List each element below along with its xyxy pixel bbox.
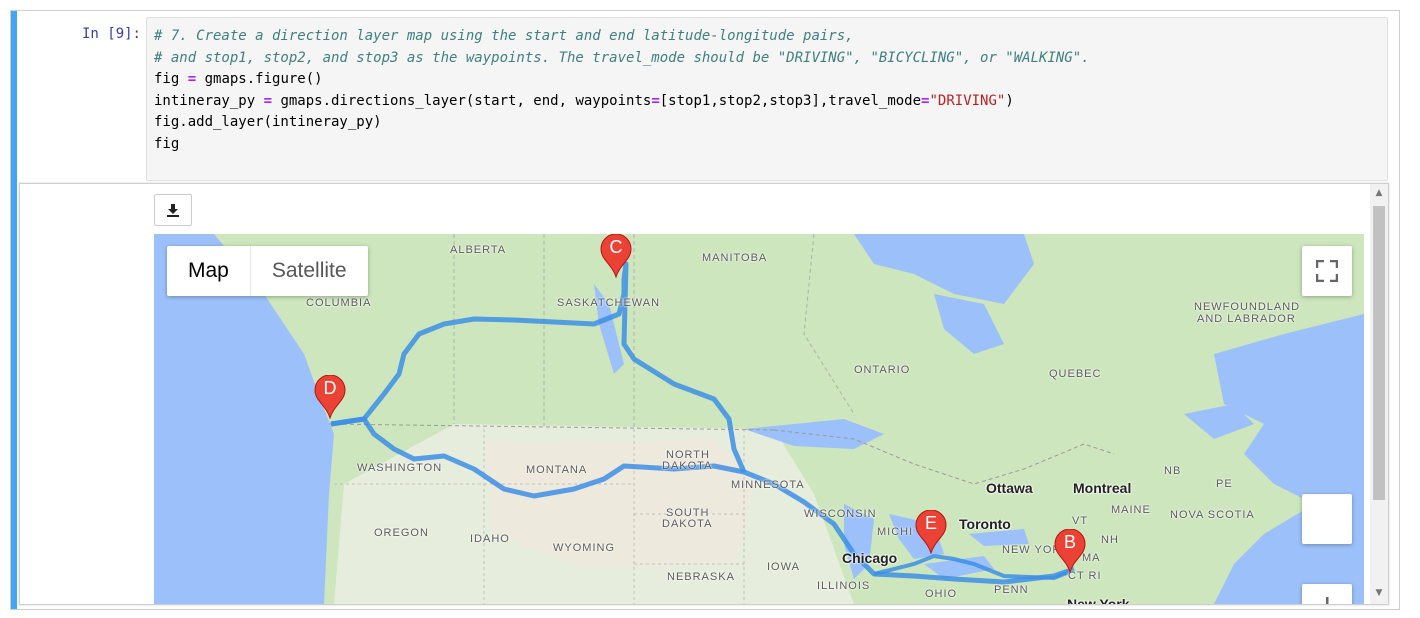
marker-b-label: B [1063, 532, 1076, 552]
code-token: gmaps.figure() [196, 71, 323, 87]
code-token: [stop1,stop2,stop3],travel_mode [659, 92, 922, 109]
download-icon [167, 204, 179, 217]
label-oregon: OREGON [374, 527, 429, 539]
label-saskatchewan: SASKATCHEWAN [557, 297, 661, 309]
label-wisconsin: WISCONSIN [804, 508, 877, 520]
code-string: "DRIVING" [929, 92, 1006, 109]
code-input[interactable]: # 7. Create a direction layer map using … [146, 17, 1388, 181]
google-map[interactable]: ALBERTA MANITOBA COLUMBIA SASKATCHEWAN N… [154, 234, 1364, 604]
label-ontario: ONTARIO [854, 364, 911, 376]
label-nh: NH [1101, 534, 1119, 546]
label-columbia: COLUMBIA [306, 297, 372, 309]
label-north-dakota-2: DAKOTA [662, 460, 713, 472]
notebook-cell[interactable]: In [9]: # 7. Create a direction layer ma… [10, 10, 1400, 610]
city-chicago: Chicago [842, 550, 898, 566]
map-type-control: Map Satellite [167, 246, 368, 296]
code-token: fig [154, 71, 188, 87]
label-washington: WASHINGTON [357, 462, 443, 474]
code-operator: = [651, 92, 660, 109]
label-michigan: MICHI [877, 526, 914, 538]
label-quebec: QUEBEC [1049, 368, 1102, 380]
map-type-map-button[interactable]: Map [167, 246, 250, 296]
map-type-satellite-button[interactable]: Satellite [249, 246, 368, 296]
code-line-5: fig.add_layer(intineray_py) [154, 114, 382, 130]
label-minnesota: MINNESOTA [731, 479, 805, 491]
marker-e-label: E [924, 513, 937, 533]
label-manitoba: MANITOBA [702, 252, 768, 264]
label-vt: VT [1072, 515, 1089, 527]
label-pe: PE [1216, 478, 1233, 490]
label-penn: PENN [994, 584, 1029, 596]
marker-d-label: D [323, 378, 337, 398]
code-token: ) [1005, 92, 1014, 109]
fullscreen-button[interactable] [1302, 246, 1352, 296]
input-prompt: In [9]: [81, 26, 141, 42]
download-button[interactable] [154, 194, 192, 226]
label-wyoming: WYOMING [553, 542, 615, 554]
marker-c[interactable]: C [600, 234, 632, 279]
label-labrador: AND LABRADOR [1197, 313, 1296, 325]
scroll-up-icon[interactable]: ▲ [1374, 188, 1384, 198]
code-comment-line-1: # 7. Create a direction layer map using … [154, 28, 854, 44]
label-south-dakota-2: DAKOTA [662, 518, 713, 530]
label-idaho: IDAHO [470, 533, 510, 545]
label-iowa: IOWA [767, 561, 800, 573]
code-operator: = [263, 92, 273, 109]
cell-selection-bar [11, 11, 17, 609]
plus-icon [1326, 597, 1329, 604]
label-nova-scotia: NOVA SCOTIA [1170, 509, 1255, 521]
code-token: gmaps.directions_layer(start, end, waypo… [272, 92, 652, 109]
city-montreal: Montreal [1073, 480, 1132, 496]
city-ottawa: Ottawa [986, 480, 1033, 496]
marker-b[interactable]: B [1054, 528, 1086, 574]
marker-d[interactable]: D [314, 374, 346, 420]
scroll-down-icon[interactable]: ▼ [1374, 588, 1384, 598]
output-scrollbar[interactable]: ▲ ▼ [1370, 184, 1388, 604]
code-line-6: fig [154, 135, 180, 152]
fullscreen-icon [1316, 260, 1338, 282]
code-comment-line-2: # and stop1, stop2, and stop3 as the way… [154, 49, 1090, 66]
city-new-york: New York [1067, 596, 1130, 604]
label-maine: MAINE [1111, 504, 1151, 516]
zoom-in-button[interactable] [1302, 584, 1352, 604]
label-illinois: ILLINOIS [817, 580, 871, 592]
label-montana: MONTANA [526, 464, 588, 476]
map-control-blank[interactable] [1302, 494, 1352, 544]
label-alberta: ALBERTA [450, 244, 507, 256]
label-nebraska: NEBRASKA [667, 571, 735, 583]
marker-e[interactable]: E [915, 509, 947, 555]
code-operator: = [187, 71, 197, 87]
label-nb: NB [1164, 465, 1182, 477]
marker-c-label: C [609, 237, 623, 257]
city-toronto: Toronto [959, 516, 1011, 532]
label-newfoundland: NEWFOUNDLAND [1194, 301, 1301, 313]
label-ohio: OHIO [925, 588, 958, 600]
code-token: intineray_py [154, 92, 264, 109]
scrollbar-thumb[interactable] [1373, 206, 1385, 500]
cell-output[interactable]: ALBERTA MANITOBA COLUMBIA SASKATCHEWAN N… [19, 183, 1389, 605]
